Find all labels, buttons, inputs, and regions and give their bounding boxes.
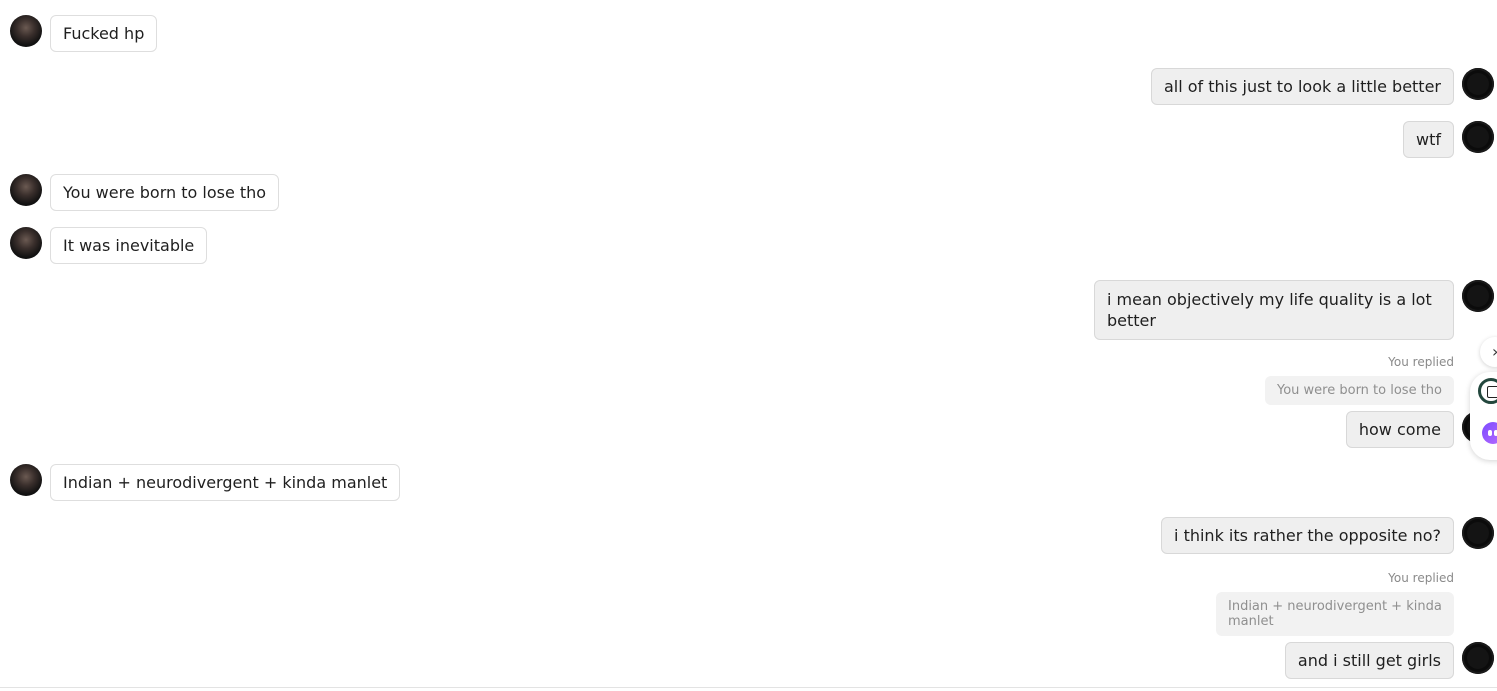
message-bubble-sent[interactable]: how come [1345,411,1454,448]
floating-side-toolbar: › [1470,330,1497,460]
contact-avatar[interactable] [10,15,42,47]
message-bubble-received[interactable]: Indian + neurodivergent + kinda manlet [50,464,401,501]
message-bubble-received[interactable]: It was inevitable [50,227,208,264]
reply-indicator-label: You replied [1388,571,1454,585]
message-bubble-sent[interactable]: wtf [1403,121,1454,158]
own-avatar[interactable] [1462,121,1494,153]
chat-thread: Fucked hp all of this just to look a lit… [0,0,1497,691]
message-bubble-received[interactable]: You were born to lose tho [50,174,280,211]
quoted-message[interactable]: You were born to lose tho [1265,376,1454,405]
calculator-icon[interactable] [1478,378,1497,404]
contact-avatar[interactable] [10,174,42,206]
reply-indicator-label: You replied [1388,355,1454,369]
own-avatar[interactable] [1462,642,1494,674]
side-widget-panel [1470,372,1497,460]
message-bubble-received[interactable]: Fucked hp [50,15,158,52]
message-bubble-sent[interactable]: i mean objectively my life quality is a … [1094,280,1454,340]
contact-avatar[interactable] [10,227,42,259]
composer-divider [0,687,1497,688]
own-avatar[interactable] [1462,68,1494,100]
own-avatar[interactable] [1462,517,1494,549]
chevron-right-icon[interactable]: › [1480,337,1497,367]
message-bubble-sent[interactable]: and i still get girls [1284,642,1454,679]
assistant-bot-icon[interactable] [1482,422,1497,444]
message-bubble-sent[interactable]: all of this just to look a little better [1150,68,1454,105]
contact-avatar[interactable] [10,464,42,496]
own-avatar[interactable] [1462,280,1494,312]
quoted-message[interactable]: Indian + neurodivergent + kinda manlet [1216,592,1454,636]
message-bubble-sent[interactable]: i think its rather the opposite no? [1161,517,1454,554]
